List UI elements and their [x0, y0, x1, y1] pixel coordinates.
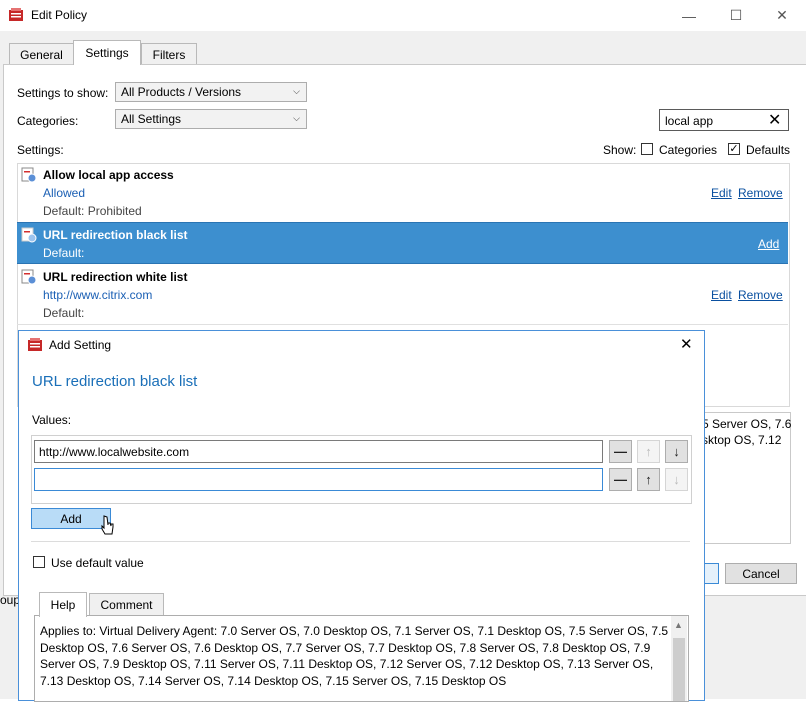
minimize-button[interactable]: —	[666, 0, 712, 31]
tab-comment[interactable]: Comment	[89, 593, 164, 615]
settings-to-show-label: Settings to show:	[17, 86, 109, 100]
description-line: 5 Server OS, 7.6	[702, 417, 792, 431]
description-box: 5 Server OS, 7.6 sktop OS, 7.12	[695, 412, 791, 544]
setting-name: Allow local app access	[43, 168, 174, 182]
setting-value: Allowed	[43, 186, 86, 200]
move-up-button[interactable]: ↑	[637, 468, 660, 491]
dialog-divider	[31, 541, 690, 542]
move-up-button[interactable]: ↑	[637, 440, 660, 463]
values-label: Values:	[32, 413, 72, 427]
chevron-down-icon: ⌵	[293, 86, 300, 96]
cancel-button[interactable]: Cancel	[725, 563, 797, 584]
use-default-label: Use default value	[51, 556, 144, 570]
edit-link[interactable]: Edit	[711, 288, 732, 302]
value-input[interactable]: http://www.localwebsite.com	[34, 440, 603, 463]
setting-default: Default: Prohibited	[43, 204, 142, 218]
move-down-button[interactable]: ↓	[665, 440, 688, 463]
help-scrollbar[interactable]: ▲	[671, 616, 687, 701]
clear-search-icon[interactable]: ✕	[768, 110, 781, 130]
show-categories-checkbox[interactable]	[641, 143, 653, 155]
setting-name: URL redirection white list	[43, 270, 188, 284]
tab-settings[interactable]: Settings	[73, 40, 141, 65]
dialog-title: Add Setting	[49, 338, 112, 352]
setting-icon	[21, 227, 37, 243]
search-input-value: local app	[665, 114, 714, 128]
settings-label: Settings:	[17, 143, 64, 157]
remove-value-button[interactable]: —	[609, 468, 632, 491]
search-input[interactable]: local app ✕	[659, 109, 789, 131]
setting-name: URL redirection black list	[43, 228, 188, 242]
policy-app-icon	[28, 338, 42, 351]
show-categories-label: Categories	[659, 143, 718, 157]
tab-help[interactable]: Help	[39, 592, 87, 617]
scroll-up-icon[interactable]: ▲	[674, 620, 683, 630]
add-link[interactable]: Add	[758, 237, 779, 251]
close-button[interactable]: ✕	[759, 0, 805, 31]
remove-link[interactable]: Remove	[738, 186, 783, 200]
use-default-checkbox[interactable]	[33, 556, 45, 568]
window-title: Edit Policy	[31, 8, 88, 22]
chevron-down-icon: ⌵	[293, 113, 300, 123]
categories-value: All Settings	[121, 112, 182, 126]
values-list: http://www.localwebsite.com — ↑ ↓ — ↑ ↓	[31, 435, 692, 504]
categories-label: Categories:	[17, 114, 79, 128]
scrollbar-thumb[interactable]	[673, 638, 685, 701]
mouse-cursor-icon	[101, 515, 114, 535]
tab-general[interactable]: General	[9, 43, 74, 65]
tab-filters[interactable]: Filters	[141, 43, 197, 65]
help-text-box: Applies to: Virtual Delivery Agent: 7.0 …	[34, 615, 689, 702]
setting-icon	[21, 167, 37, 183]
title-bar: Edit Policy — ☐ ✕	[0, 0, 806, 31]
value-input-text: http://www.localwebsite.com	[39, 444, 190, 459]
add-setting-dialog: Add Setting ✕ URL redirection black list…	[18, 330, 705, 702]
setting-default: Default:	[43, 306, 85, 320]
remove-value-button[interactable]: —	[609, 440, 632, 463]
setting-icon	[21, 269, 37, 285]
value-input[interactable]	[34, 468, 603, 491]
move-down-button[interactable]: ↓	[665, 468, 688, 491]
add-value-button[interactable]: Add	[31, 508, 111, 529]
row-divider	[17, 324, 788, 325]
settings-to-show-dropdown[interactable]: All Products / Versions ⌵	[115, 82, 307, 102]
dialog-heading: URL redirection black list	[32, 373, 198, 390]
edit-link[interactable]: Edit	[711, 186, 732, 200]
setting-default: Default:	[43, 246, 85, 260]
show-label: Show:	[603, 143, 637, 157]
show-defaults-label: Defaults	[746, 143, 791, 157]
maximize-button[interactable]: ☐	[713, 0, 759, 31]
show-defaults-checkbox[interactable]: ✓	[728, 143, 740, 155]
policy-app-icon	[9, 8, 23, 21]
remove-link[interactable]: Remove	[738, 288, 783, 302]
description-line: sktop OS, 7.12	[702, 433, 782, 447]
help-text: Applies to: Virtual Delivery Agent: 7.0 …	[40, 624, 669, 688]
dialog-close-icon[interactable]: ✕	[680, 335, 693, 353]
setting-value: http://www.citrix.com	[43, 288, 153, 302]
settings-to-show-value: All Products / Versions	[121, 85, 242, 99]
categories-dropdown[interactable]: All Settings ⌵	[115, 109, 307, 129]
